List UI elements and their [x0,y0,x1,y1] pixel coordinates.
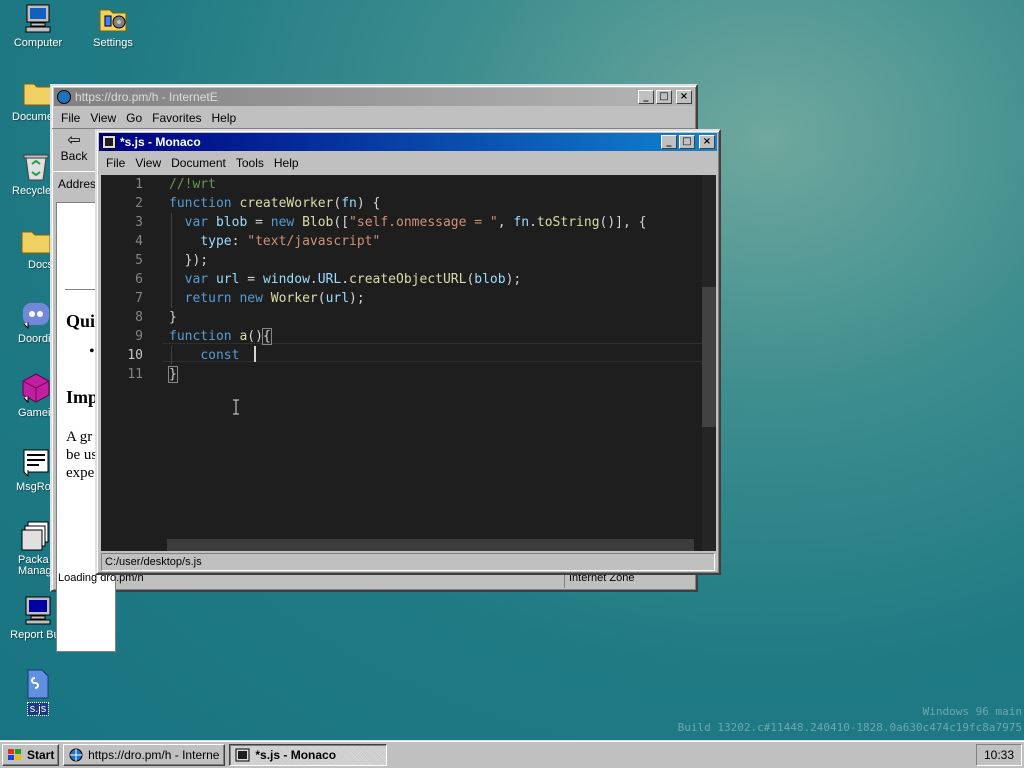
editor-vertical-scrollbar[interactable] [702,175,716,551]
close-button[interactable]: × [676,90,692,104]
desktop-icon-recycle-bin[interactable]: Recycle [0,150,50,197]
editor-statusbar: C:/user/desktop/s.js [101,553,715,571]
menu-view[interactable]: View [85,111,121,125]
code-line: }); [169,253,209,268]
code-line: function a(){ [169,328,272,345]
windows-logo-icon [8,748,21,760]
menu-file[interactable]: File [101,156,130,170]
code-line: } [169,310,177,325]
menu-favorites[interactable]: Favorites [147,111,206,125]
menu-file[interactable]: File [56,111,85,125]
code-line: const [200,348,240,363]
browser-menubar: File View Go Favorites Help [52,108,696,128]
computer-icon [22,2,54,34]
line-number: 11 [127,367,143,382]
line-number: 8 [135,310,143,325]
start-button[interactable]: Start [2,743,60,766]
code-line: //!wrt [169,177,216,192]
system-tray-clock[interactable]: 10:33 [976,743,1022,766]
code-editor[interactable]: 1 2 3 4 5 6 7 8 9 10 11 //!wrt function … [101,175,716,551]
folder-icon [20,224,50,256]
editor-horizontal-scrollbar[interactable] [167,539,694,551]
desktop-icon-documents[interactable]: Docume [0,76,50,123]
back-button[interactable]: ⇦ Back [52,129,96,164]
minimize-button[interactable]: _ [661,135,677,149]
menu-help[interactable]: Help [269,156,304,170]
desktop-icon-gamein[interactable]: Gamein [0,372,50,419]
settings-folder-icon [97,2,129,34]
code-line: var blob = new Blob(["self.onmessage = "… [184,215,647,230]
editor-title: *s.js - Monaco [120,135,201,149]
scrollbar-thumb[interactable] [702,287,716,427]
page-para-line: be us [66,447,98,463]
line-number: 7 [135,291,143,306]
browser-globe-icon [69,748,83,761]
address-label: Addres [58,177,97,191]
code-line: } [168,366,178,383]
javascript-file-icon [22,668,54,700]
line-number: 1 [135,177,143,192]
cube-game-icon [20,372,50,404]
build-watermark: Windows 96 main Build 13202.c#11448.2404… [677,705,1022,734]
back-arrow-icon: ⇦ [67,132,81,149]
editor-app-icon [102,135,116,149]
editor-titlebar[interactable]: *s.js - Monaco _ □ × [99,133,717,151]
discord-icon [20,298,50,330]
page-para-line: A gr [66,429,93,445]
desktop-icon-msgroom[interactable]: MsgRoo [0,446,50,493]
line-number: 6 [135,272,143,287]
page-heading-2: Imp [66,387,99,407]
menu-tools[interactable]: Tools [231,156,269,170]
page-heading-1: Qui [66,311,96,331]
menu-go[interactable]: Go [121,111,147,125]
menu-view[interactable]: View [130,156,166,170]
desktop-icon-doordis[interactable]: Doordis [0,298,50,345]
line-number: 3 [135,215,143,230]
package-manager-icon [20,520,50,552]
line-number-gutter: 1 2 3 4 5 6 7 8 9 10 11 [101,175,163,551]
taskbar-task-editor[interactable]: *s.js - Monaco [229,743,388,766]
code-line: function createWorker(fn) { [169,196,381,211]
line-number: 10 [127,348,143,363]
browser-title: https://dro.pm/h - InternetE [75,90,218,104]
minimize-button[interactable]: _ [638,90,654,104]
code-line: return new Worker(url); [184,291,365,306]
code-line: var url = window.URL.createObjectURL(blo… [184,272,522,287]
desktop-icon-package-manager[interactable]: Packa Manag [0,520,50,577]
close-button[interactable]: × [699,135,715,149]
line-number: 9 [135,329,143,344]
line-number: 5 [135,253,143,268]
desktop-icon-docs[interactable]: Docs [0,224,50,271]
editor-menubar: File View Document Tools Help [97,153,719,173]
clock-time: 10:33 [983,747,1015,762]
menu-document[interactable]: Document [166,156,231,170]
report-bug-icon [22,594,54,626]
message-room-icon [20,446,50,478]
taskbar-task-browser[interactable]: https://dro.pm/h - InternetE [63,743,226,766]
desktop-icon-s-js[interactable]: s.js [0,668,76,716]
line-number: 4 [135,234,143,249]
taskbar: Start https://dro.pm/h - InternetE *s.js… [0,740,1024,768]
code-line: type: "text/javascript" [200,234,381,249]
folder-icon [22,76,50,108]
menu-help[interactable]: Help [207,111,242,125]
text-caret [254,346,256,362]
browser-titlebar[interactable]: https://dro.pm/h - InternetE _ □ × [54,88,694,106]
ibeam-cursor-icon [232,399,240,415]
maximize-button[interactable]: □ [679,135,695,149]
line-number: 2 [135,196,143,211]
recycle-bin-icon [20,150,50,182]
editor-app-icon [235,748,250,761]
page-bullet: • [89,343,95,360]
page-para-line: expe [66,465,95,481]
desktop-icon-settings[interactable]: Settings [75,2,151,49]
desktop-icon-computer[interactable]: Computer [0,2,76,49]
maximize-button[interactable]: □ [656,90,672,104]
editor-window[interactable]: *s.js - Monaco _ □ × File View Document … [95,129,721,575]
browser-globe-icon [57,90,71,104]
